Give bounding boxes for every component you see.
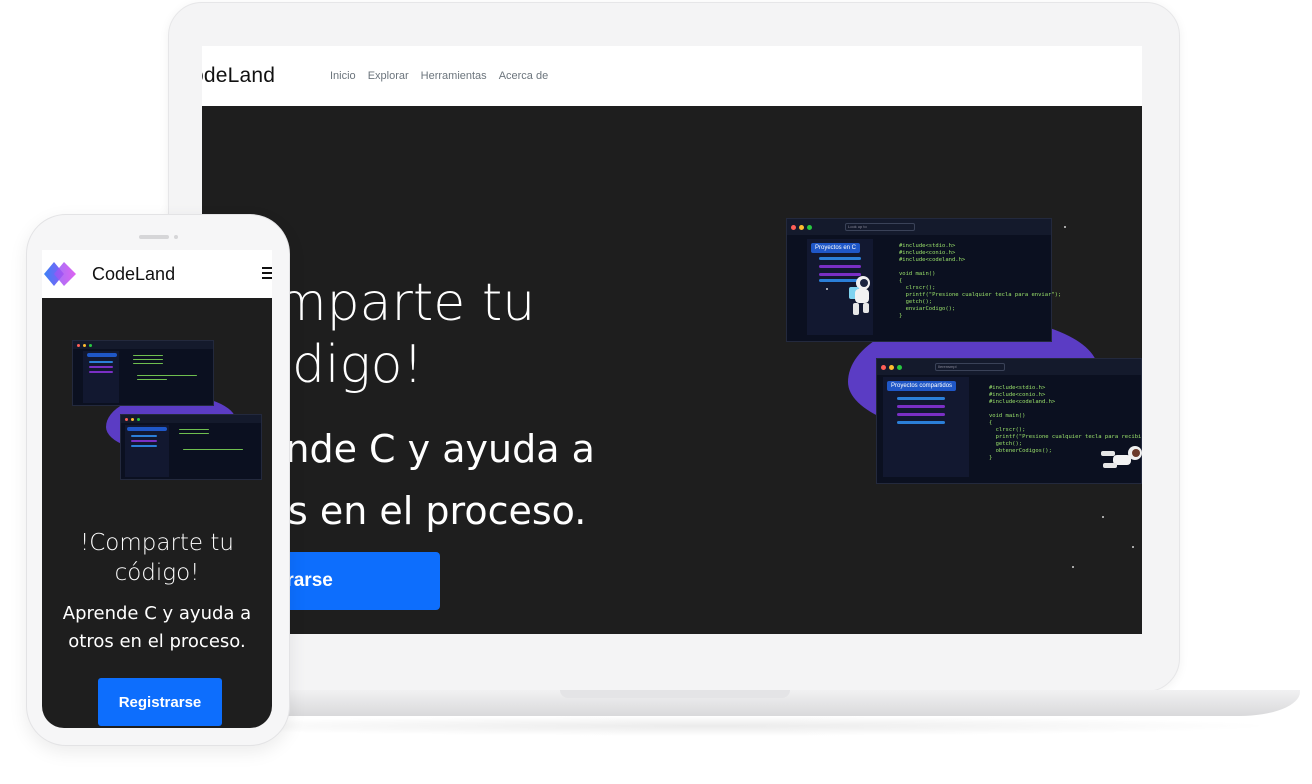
minimize-dot-icon	[889, 364, 894, 370]
code-line	[133, 355, 163, 356]
star	[1064, 226, 1066, 228]
window-sidebar	[125, 425, 169, 477]
astronaut-icon	[1101, 446, 1142, 468]
laptop-shadow	[140, 716, 1280, 736]
window-titlebar: Ilerensmpi	[877, 359, 1141, 375]
codeland-logo-icon[interactable]	[42, 260, 78, 288]
nav-links: Inicio Explorar Herramientas Acerca de	[330, 70, 548, 82]
sidebar-line	[89, 366, 113, 368]
code-line	[137, 375, 197, 376]
close-dot-icon	[125, 417, 128, 421]
search-box-text: Look up to	[848, 224, 867, 229]
maximize-dot-icon	[807, 224, 812, 230]
code-snippet: #include<stdio.h> #include<conio.h> #inc…	[899, 243, 1062, 319]
mini-code-window-2	[120, 414, 262, 480]
minimize-dot-icon	[83, 343, 86, 347]
sidebar-line	[131, 435, 157, 437]
search-box: Look up to	[845, 223, 915, 231]
laptop-screen: odeLand Inicio Explorar Herramientas Ace…	[202, 46, 1142, 634]
search-box: Ilerensmpi	[935, 363, 1005, 371]
projects-tab: Proyectos en C	[811, 243, 861, 253]
code-line	[179, 429, 209, 430]
code-line	[133, 359, 163, 360]
sidebar-line	[897, 413, 945, 416]
window-titlebar: Look up to	[787, 219, 1051, 235]
sidebar-line	[897, 405, 945, 408]
sidebar-line	[127, 427, 167, 431]
star	[1072, 566, 1074, 568]
code-line	[137, 379, 167, 380]
sidebar-line	[819, 257, 861, 260]
code-line	[179, 433, 209, 434]
device-mockup-stage: odeLand Inicio Explorar Herramientas Ace…	[0, 0, 1312, 784]
sidebar-line	[131, 440, 157, 442]
mobile-hero-title-line-1: !Comparte tu	[80, 530, 234, 556]
star	[1132, 546, 1134, 548]
mobile-brand-name[interactable]: CodeLand	[92, 264, 175, 285]
code-line	[133, 363, 163, 364]
window-sidebar	[83, 351, 119, 403]
close-dot-icon	[791, 224, 796, 230]
sidebar-line	[897, 397, 945, 400]
phone-screen: CodeLand !Comparte tu código! Aprende C …	[42, 250, 272, 728]
nav-link-herramientas[interactable]: Herramientas	[421, 70, 487, 82]
star	[826, 288, 828, 290]
mobile-navbar: CodeLand	[42, 250, 272, 298]
nav-link-explorar[interactable]: Explorar	[368, 70, 409, 82]
sidebar-line	[131, 445, 157, 447]
brand-name[interactable]: odeLand	[202, 64, 275, 88]
close-dot-icon	[881, 364, 886, 370]
sidebar-line	[89, 371, 113, 373]
code-window-1: Look up to Proyectos en C #include<stdio…	[786, 218, 1061, 342]
mobile-register-button-label: Registrarse	[118, 693, 202, 711]
search-box-text: Ilerensmpi	[938, 364, 957, 369]
window-titlebar	[121, 415, 261, 423]
mobile-hero-subtitle: Aprende C y ayuda a otros en el proceso.	[42, 600, 272, 656]
sidebar-line	[819, 265, 861, 268]
mini-code-window-1	[72, 340, 214, 406]
sidebar-line	[89, 361, 113, 363]
window-titlebar	[73, 341, 213, 349]
nav-link-inicio[interactable]: Inicio	[330, 70, 356, 82]
mobile-hero-subtitle-line-1: Aprende C y ayuda a	[62, 603, 252, 624]
maximize-dot-icon	[137, 417, 140, 421]
hamburger-menu-icon[interactable]	[262, 267, 272, 279]
mobile-hero-subtitle-line-2: otros en el proceso.	[68, 631, 246, 652]
code-window-2: Ilerensmpi Proyectos compartidos #includ…	[876, 358, 1142, 484]
phone-camera	[174, 235, 178, 239]
minimize-dot-icon	[799, 224, 804, 230]
sidebar-line	[897, 421, 945, 424]
close-dot-icon	[77, 343, 80, 347]
star	[1102, 516, 1104, 518]
mobile-hero-title-line-2: código!	[114, 560, 200, 586]
mobile-hero-title: !Comparte tu código!	[42, 528, 272, 588]
maximize-dot-icon	[897, 364, 902, 370]
window-sidebar	[883, 377, 969, 477]
nav-link-acerca-de[interactable]: Acerca de	[499, 70, 549, 82]
maximize-dot-icon	[89, 343, 92, 347]
projects-tab: Proyectos compartidos	[887, 381, 957, 391]
astronaut-icon	[849, 276, 870, 315]
mobile-register-button[interactable]: Registrarse	[98, 678, 222, 726]
sidebar-line	[87, 353, 117, 357]
laptop-notch	[560, 690, 790, 698]
navbar: odeLand Inicio Explorar Herramientas Ace…	[202, 46, 1142, 106]
code-line	[183, 449, 243, 450]
minimize-dot-icon	[131, 417, 134, 421]
phone-speaker	[139, 235, 169, 239]
